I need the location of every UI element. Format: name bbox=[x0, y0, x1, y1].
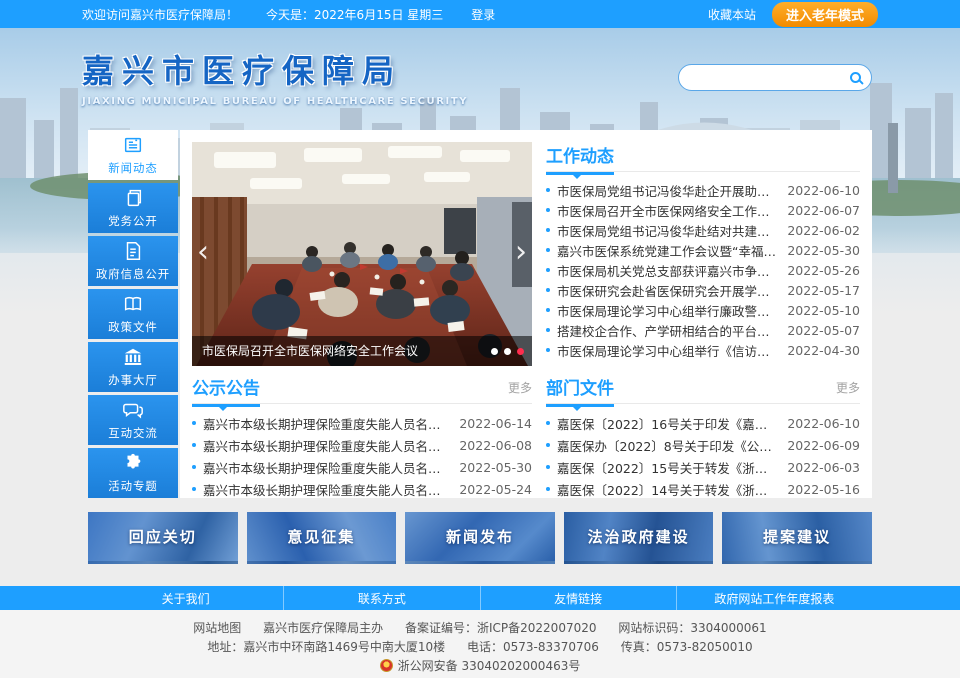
site-map-link[interactable]: 网站地图 bbox=[193, 621, 241, 635]
list-item[interactable]: 市医保局理论学习中心组举行廉政警示教育专题学习...2022-05-10 bbox=[546, 300, 860, 320]
list-item[interactable]: 嘉医保〔2022〕14号关于转发《浙江省医疗保...2022-05-16 bbox=[546, 478, 860, 500]
department-files-list: 嘉医保〔2022〕16号关于印发《嘉兴市医疗保...2022-06-10 嘉医保… bbox=[546, 412, 860, 500]
list-item[interactable]: 嘉医保〔2022〕16号关于印发《嘉兴市医疗保...2022-06-10 bbox=[546, 412, 860, 434]
carousel-dot[interactable] bbox=[491, 348, 498, 355]
carousel-dot-active[interactable] bbox=[517, 348, 524, 355]
banner-opinion-collection[interactable]: 意见征集 bbox=[247, 512, 397, 564]
content-card: 市医保局召开全市医保网络安全工作会议 工作动态 市医保局党组书记冯俊华赴企开展助… bbox=[180, 130, 872, 498]
sidebar-item-interaction[interactable]: 互动交流 bbox=[88, 395, 178, 445]
footer: 网站地图 嘉兴市医疗保障局主办 备案证编号：浙ICP备2022007020 网站… bbox=[0, 610, 960, 678]
phone-text: 电话：0573-83370706 bbox=[467, 640, 599, 654]
announcements-title[interactable]: 公示公告 bbox=[192, 374, 260, 403]
header: 嘉兴市医疗保障局 JIAXING MUNICIPAL BUREAU OF HEA… bbox=[0, 28, 960, 130]
sidebar-item-policy-files[interactable]: 政策文件 bbox=[88, 289, 178, 339]
footer-nav-annual-report[interactable]: 政府网站工作年度报表 bbox=[676, 586, 872, 610]
carousel-next-button[interactable] bbox=[515, 238, 527, 268]
list-item[interactable]: 嘉兴市本级长期护理保险重度失能人员名单公示（2...2022-06-14 bbox=[192, 412, 532, 434]
work-news-header: 工作动态 bbox=[546, 142, 860, 172]
site-title: 嘉兴市医疗保障局 bbox=[82, 46, 468, 92]
bank-icon bbox=[122, 346, 144, 368]
list-item[interactable]: 市医保局召开全市医保网络安全工作会议2022-06-07 bbox=[546, 200, 860, 220]
list-item[interactable]: 市医保局党组书记冯俊华赴结对共建社区指导全国文...2022-06-02 bbox=[546, 220, 860, 240]
banner-proposal-suggestions[interactable]: 提案建议 bbox=[722, 512, 872, 564]
sidebar: 新闻动态 党务公开 政府信息公开 政策文件 办事大厅 bbox=[88, 130, 178, 501]
footer-nav-about[interactable]: 关于我们 bbox=[88, 586, 283, 610]
announcements-more-link[interactable]: 更多 bbox=[508, 379, 532, 396]
announcements-header: 公示公告 更多 bbox=[192, 374, 532, 404]
topbar-right: 收藏本站 进入老年模式 bbox=[708, 2, 878, 27]
announcements-section: 公示公告 更多 嘉兴市本级长期护理保险重度失能人员名单公示（2...2022-0… bbox=[192, 374, 532, 500]
carousel-dots bbox=[491, 348, 524, 355]
topbar-left: 欢迎访问嘉兴市医疗保障局！ 今天是：2022年6月15日 星期三 登录 bbox=[82, 6, 495, 23]
department-files-header: 部门文件 更多 bbox=[546, 374, 860, 404]
main-content: 新闻动态 党务公开 政府信息公开 政策文件 办事大厅 bbox=[88, 130, 872, 501]
chat-icon bbox=[122, 399, 144, 421]
list-item[interactable]: 嘉兴市医保系统党建工作会议暨“幸福医保”党建联...2022-05-30 bbox=[546, 240, 860, 260]
announcements-list: 嘉兴市本级长期护理保险重度失能人员名单公示（2...2022-06-14 嘉兴市… bbox=[192, 412, 532, 500]
organizer-text: 嘉兴市医疗保障局主办 bbox=[263, 621, 383, 635]
department-files-section: 部门文件 更多 嘉医保〔2022〕16号关于印发《嘉兴市医疗保...2022-0… bbox=[532, 374, 860, 500]
list-item[interactable]: 市医保研究会赴省医保研究会开展学习交流活动2022-05-17 bbox=[546, 280, 860, 300]
bottom-row: 公示公告 更多 嘉兴市本级长期护理保险重度失能人员名单公示（2...2022-0… bbox=[192, 374, 860, 500]
carousel-photo-meeting bbox=[192, 142, 532, 366]
sidebar-item-service-hall[interactable]: 办事大厅 bbox=[88, 342, 178, 392]
carousel-caption: 市医保局召开全市医保网络安全工作会议 bbox=[192, 336, 532, 366]
work-news-list: 市医保局党组书记冯俊华赴企开展助企纾困活动2022-06-10 市医保局召开全市… bbox=[546, 180, 860, 360]
banner-news-release[interactable]: 新闻发布 bbox=[405, 512, 555, 564]
carousel-prev-button[interactable] bbox=[197, 238, 209, 268]
book-icon bbox=[122, 293, 144, 315]
sidebar-item-news[interactable]: 新闻动态 bbox=[88, 130, 178, 180]
site-subtitle: JIAXING MUNICIPAL BUREAU OF HEALTHCARE S… bbox=[82, 96, 468, 107]
footer-nav-links[interactable]: 友情链接 bbox=[480, 586, 676, 610]
list-item[interactable]: 嘉医保〔2022〕15号关于转发《浙江省医疗保...2022-06-03 bbox=[546, 456, 860, 478]
list-item[interactable]: 嘉医保办〔2022〕8号关于印发《公平竞争审查...2022-06-09 bbox=[546, 434, 860, 456]
login-link[interactable]: 登录 bbox=[471, 6, 495, 23]
site-code-text: 网站标识码：3304000061 bbox=[618, 621, 766, 635]
list-item[interactable]: 搭建校企合作、产学研相结合的平台嘉兴市长期护理...2022-05-07 bbox=[546, 320, 860, 340]
work-news-section: 工作动态 市医保局党组书记冯俊华赴企开展助企纾困活动2022-06-10 市医保… bbox=[532, 142, 860, 366]
work-news-title[interactable]: 工作动态 bbox=[546, 142, 614, 171]
topbar: 欢迎访问嘉兴市医疗保障局！ 今天是：2022年6月15日 星期三 登录 收藏本站… bbox=[0, 0, 960, 28]
banner-respond-concerns[interactable]: 回应关切 bbox=[88, 512, 238, 564]
fax-text: 传真：0573-82050010 bbox=[621, 640, 753, 654]
footer-nav: 关于我们 联系方式 友情链接 政府网站工作年度报表 bbox=[0, 586, 960, 610]
list-item[interactable]: 嘉兴市本级长期护理保险重度失能人员名单公示（2...2022-05-24 bbox=[192, 478, 532, 500]
today-date-text: 今天是：2022年6月15日 星期三 bbox=[266, 6, 443, 23]
list-item[interactable]: 嘉兴市本级长期护理保险重度失能人员名单公示（2...2022-06-08 bbox=[192, 434, 532, 456]
pages-icon bbox=[122, 187, 144, 209]
sidebar-item-special-topics[interactable]: 活动专题 bbox=[88, 448, 178, 498]
quick-banner-row: 回应关切 意见征集 新闻发布 法治政府建设 提案建议 bbox=[88, 512, 872, 564]
newspaper-icon bbox=[122, 134, 144, 156]
carousel-dot[interactable] bbox=[504, 348, 511, 355]
search-input[interactable] bbox=[689, 71, 850, 85]
banner-law-based-government[interactable]: 法治政府建设 bbox=[564, 512, 714, 564]
list-item[interactable]: 嘉兴市本级长期护理保险重度失能人员名单公示（2...2022-05-30 bbox=[192, 456, 532, 478]
elder-mode-button[interactable]: 进入老年模式 bbox=[772, 2, 878, 27]
public-security-badge-icon bbox=[380, 659, 393, 672]
search-icon[interactable] bbox=[850, 72, 861, 83]
icp-record-text: 备案证编号：浙ICP备2022007020 bbox=[405, 621, 597, 635]
puzzle-icon bbox=[122, 452, 144, 474]
list-item[interactable]: 市医保局理论学习中心组举行《信访工作条例》专题...2022-04-30 bbox=[546, 340, 860, 360]
site-logo: 嘉兴市医疗保障局 JIAXING MUNICIPAL BUREAU OF HEA… bbox=[82, 46, 468, 107]
list-item[interactable]: 市医保局党组书记冯俊华赴企开展助企纾困活动2022-06-10 bbox=[546, 180, 860, 200]
list-item[interactable]: 市医保局机关党总支部获评嘉兴市争创“建设清廉机...2022-05-26 bbox=[546, 260, 860, 280]
department-files-title[interactable]: 部门文件 bbox=[546, 374, 614, 403]
department-files-more-link[interactable]: 更多 bbox=[836, 379, 860, 396]
sidebar-item-gov-info[interactable]: 政府信息公开 bbox=[88, 236, 178, 286]
security-record-text: 浙公网安备 33040202000463号 bbox=[398, 659, 581, 673]
news-carousel[interactable]: 市医保局召开全市医保网络安全工作会议 bbox=[192, 142, 532, 366]
favorite-link[interactable]: 收藏本站 bbox=[708, 6, 756, 23]
footer-nav-contact[interactable]: 联系方式 bbox=[283, 586, 479, 610]
top-row: 市医保局召开全市医保网络安全工作会议 工作动态 市医保局党组书记冯俊华赴企开展助… bbox=[192, 142, 860, 366]
address-text: 地址：嘉兴市中环南路1469号中南大厦10楼 bbox=[207, 640, 445, 654]
document-icon bbox=[122, 240, 144, 262]
search-box bbox=[678, 64, 872, 91]
sidebar-item-party-affairs[interactable]: 党务公开 bbox=[88, 183, 178, 233]
welcome-text: 欢迎访问嘉兴市医疗保障局！ bbox=[82, 6, 238, 23]
